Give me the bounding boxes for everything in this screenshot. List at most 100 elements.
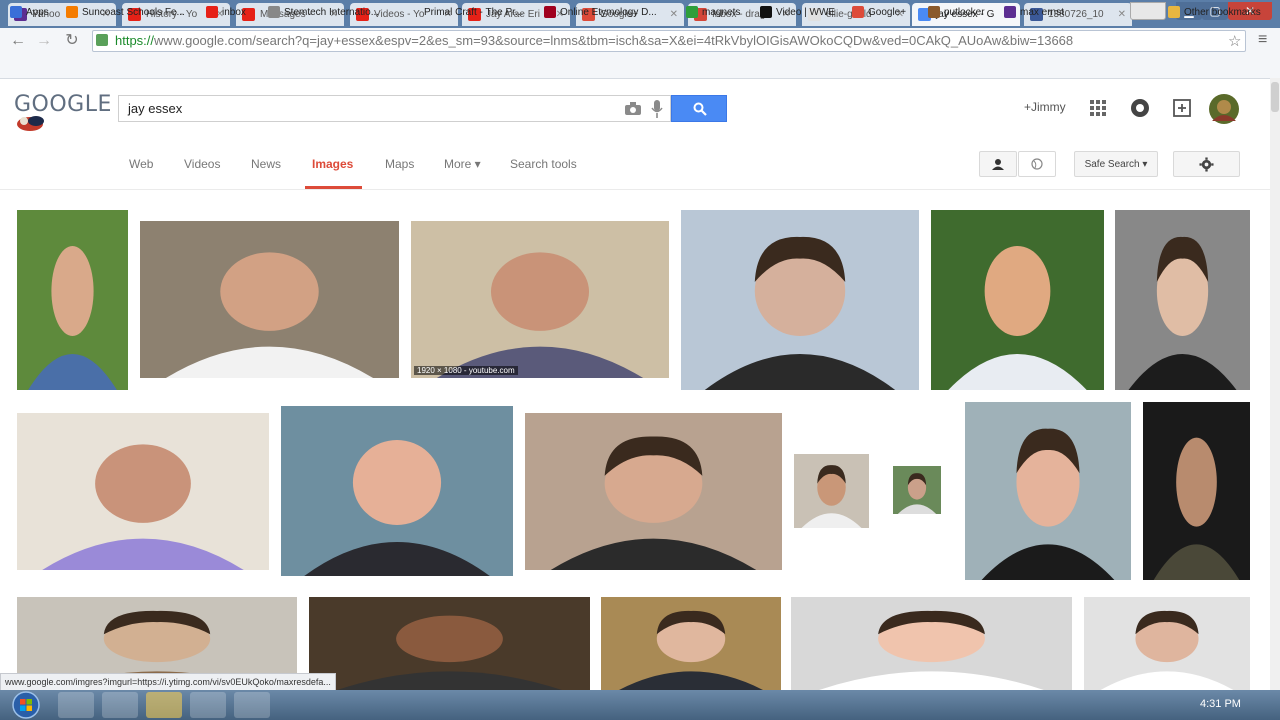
status-bar-url: www.google.com/imgres?imgurl=https://i.y…: [0, 673, 336, 691]
page-scrollbar[interactable]: [1270, 78, 1280, 690]
bookmark-item[interactable]: inbox: [206, 4, 246, 20]
secure-page-icon[interactable]: [96, 34, 108, 46]
microphone-icon[interactable]: [651, 100, 663, 118]
bookmark-item[interactable]: Stemtech Internatio...: [268, 4, 379, 20]
nav-tab[interactable]: Images: [312, 157, 353, 171]
image-result[interactable]: [893, 466, 941, 514]
image-result[interactable]: [601, 597, 781, 690]
tab-title: Videos - Yo: [374, 9, 425, 20]
photo-thumbnail: [1100, 610, 1234, 690]
search-input[interactable]: jay essex: [118, 95, 671, 122]
taskbar-recorder-icon[interactable]: [234, 692, 270, 718]
taskbar-chrome-icon[interactable]: [102, 692, 138, 718]
image-result[interactable]: [965, 402, 1131, 580]
search-icon: [693, 102, 707, 116]
address-bar[interactable]: https://www.google.com/search?q=jay+esse…: [92, 30, 1246, 52]
apps-grid-icon[interactable]: [1088, 98, 1108, 118]
photo-thumbnail: [436, 252, 644, 378]
photo-thumbnail: [819, 610, 1044, 690]
global-results-button[interactable]: [1018, 151, 1056, 177]
bookmark-favicon-icon: [1004, 6, 1016, 18]
image-result[interactable]: [791, 597, 1072, 690]
image-result[interactable]: [1143, 402, 1250, 580]
bookmark-label: Apps: [26, 6, 49, 18]
image-result[interactable]: [17, 210, 128, 390]
bookmark-item[interactable]: Google+: [852, 4, 906, 20]
user-name-link[interactable]: +Jimmy: [1024, 100, 1066, 114]
image-result[interactable]: [681, 210, 919, 390]
nav-tab[interactable]: Maps: [385, 157, 414, 171]
bookmark-item[interactable]: magnets: [686, 4, 740, 20]
image-result[interactable]: 1920 × 1080 - youtube.com: [411, 221, 669, 378]
bookmark-item[interactable]: Online Etymology D...: [544, 4, 657, 20]
photo-thumbnail: [337, 615, 562, 690]
bookmark-favicon-icon: [66, 6, 78, 18]
close-tab-icon[interactable]: ✕: [1115, 9, 1126, 20]
nav-tab[interactable]: More ▾: [444, 157, 481, 171]
bookmark-label: Suncoast Schools Fe...: [82, 6, 185, 18]
image-size-badge: 1920 × 1080 - youtube.com: [414, 366, 518, 375]
nav-tab[interactable]: Web: [129, 157, 153, 171]
bookmark-favicon-icon: [760, 6, 772, 18]
bookmark-label: max ernst: [1020, 6, 1064, 18]
image-result[interactable]: [1115, 210, 1250, 390]
bookmark-item[interactable]: Suncoast Schools Fe...: [66, 4, 185, 20]
photo-thumbnail: [704, 236, 896, 390]
bookmark-favicon-icon: [928, 6, 940, 18]
logo-doodle-icon[interactable]: [16, 112, 52, 132]
bookmark-favicon-icon: [544, 6, 556, 18]
windows-start-icon[interactable]: [10, 690, 42, 720]
image-result[interactable]: [140, 221, 399, 378]
bookmark-favicon-icon: [686, 6, 698, 18]
bookmarks-bar: [0, 54, 1280, 79]
bookmark-item[interactable]: Video | WWE: [760, 4, 835, 20]
bookmark-favicon-icon: [1168, 6, 1180, 18]
nav-tab[interactable]: News: [251, 157, 281, 171]
nav-tab[interactable]: Videos: [184, 157, 220, 171]
photo-thumbnail: [981, 428, 1115, 580]
camera-icon[interactable]: [625, 102, 641, 115]
bookmark-label: Primal Craft - The Pr...: [424, 6, 524, 18]
taskbar-media-icon[interactable]: [58, 692, 94, 718]
bookmark-item[interactable]: Other bookmarks: [1168, 4, 1261, 20]
photo-thumbnail: [1153, 437, 1240, 580]
nav-tab[interactable]: Search tools: [510, 157, 577, 171]
photo-thumbnail: [948, 246, 1087, 390]
bookmark-item[interactable]: putlocker: [928, 4, 985, 20]
system-clock[interactable]: 4:31 PM: [1200, 698, 1241, 710]
chrome-menu-icon[interactable]: ≡: [1258, 31, 1267, 49]
forward-arrow-icon[interactable]: →: [34, 31, 54, 51]
image-result[interactable]: [525, 413, 782, 570]
image-result[interactable]: [794, 454, 869, 528]
image-result[interactable]: [309, 597, 590, 690]
bookmark-item[interactable]: Primal Craft - The Pr...: [424, 4, 523, 20]
user-switch-icon[interactable]: [1130, 2, 1166, 20]
image-result[interactable]: [281, 406, 513, 576]
back-arrow-icon[interactable]: ←: [8, 31, 28, 51]
bookmark-item[interactable]: Apps: [10, 4, 49, 20]
safe-search-dropdown[interactable]: Safe Search ▾: [1074, 151, 1158, 177]
taskbar-folder-icon[interactable]: [146, 692, 182, 718]
search-button[interactable]: [671, 95, 727, 122]
bookmark-item[interactable]: max ernst: [1004, 4, 1064, 20]
image-result[interactable]: [931, 210, 1104, 390]
photo-thumbnail: [619, 610, 763, 690]
url-text: www.google.com/search?q=jay+essex&espv=2…: [154, 33, 1074, 48]
bookmark-favicon-icon: [852, 6, 864, 18]
bookmark-label: inbox: [222, 6, 246, 18]
photo-thumbnail: [42, 444, 244, 570]
bookmark-favicon-icon: [10, 6, 22, 18]
bookmark-label: putlocker: [944, 6, 985, 18]
scrollbar-thumb[interactable]: [1271, 82, 1279, 112]
bookmark-star-icon[interactable]: ☆: [1228, 32, 1241, 50]
taskbar-app-icon[interactable]: [190, 692, 226, 718]
close-tab-icon[interactable]: ✕: [667, 9, 678, 20]
personal-results-button[interactable]: [979, 151, 1017, 177]
share-plus-icon[interactable]: [1172, 98, 1192, 118]
image-result[interactable]: [1084, 597, 1250, 690]
notifications-icon[interactable]: [1130, 98, 1150, 118]
reload-icon[interactable]: ↻: [62, 31, 82, 51]
image-result[interactable]: [17, 413, 269, 570]
settings-button[interactable]: [1173, 151, 1240, 177]
avatar[interactable]: [1208, 93, 1240, 125]
